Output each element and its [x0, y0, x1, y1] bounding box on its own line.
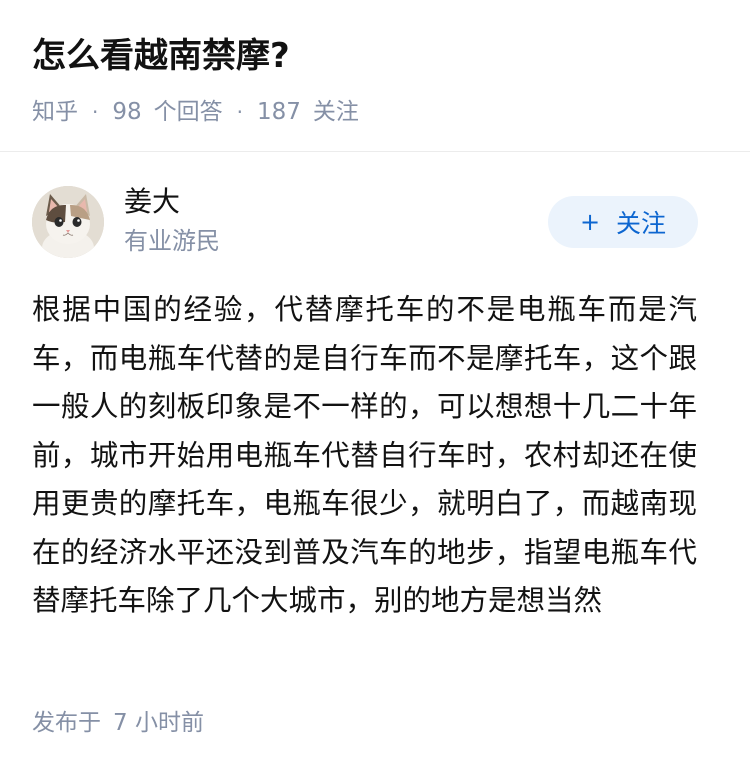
meta-separator: · [236, 100, 243, 124]
avatar[interactable] [32, 186, 104, 258]
source-label[interactable]: 知乎 [32, 96, 78, 128]
follow-button[interactable]: + 关注 [548, 196, 698, 248]
follower-count-label[interactable]: 关注 [313, 96, 359, 128]
author-name[interactable]: 姜大 [124, 183, 180, 221]
question-title[interactable]: 怎么看越南禁摩? [32, 30, 718, 82]
follow-button-label: 关注 [616, 209, 667, 238]
question-header: 怎么看越南禁摩? 知乎 · 98 个回答 · 187 关注 [32, 30, 718, 128]
follower-count: 187 [257, 99, 301, 125]
answer-count-label[interactable]: 个回答 [154, 96, 223, 128]
plus-icon: + [579, 208, 601, 236]
answer-content[interactable]: 根据中国的经验，代替摩托车的不是电瓶车而是汽车，而电瓶车代替的是自行车而不是摩托… [32, 286, 697, 626]
answer-footer: 发布于 7 小时前 [32, 706, 204, 740]
cat-avatar-icon [32, 186, 104, 258]
question-meta: 知乎 · 98 个回答 · 187 关注 [32, 96, 718, 128]
meta-separator: · [92, 100, 99, 124]
author-headline: 有业游民 [124, 227, 220, 255]
author-row: 姜大 有业游民 + 关注 [32, 183, 698, 258]
answer-count: 98 [112, 99, 142, 125]
published-label: 发布于 [32, 710, 101, 736]
published-time: 7 小时前 [113, 710, 204, 736]
section-divider [0, 151, 750, 152]
